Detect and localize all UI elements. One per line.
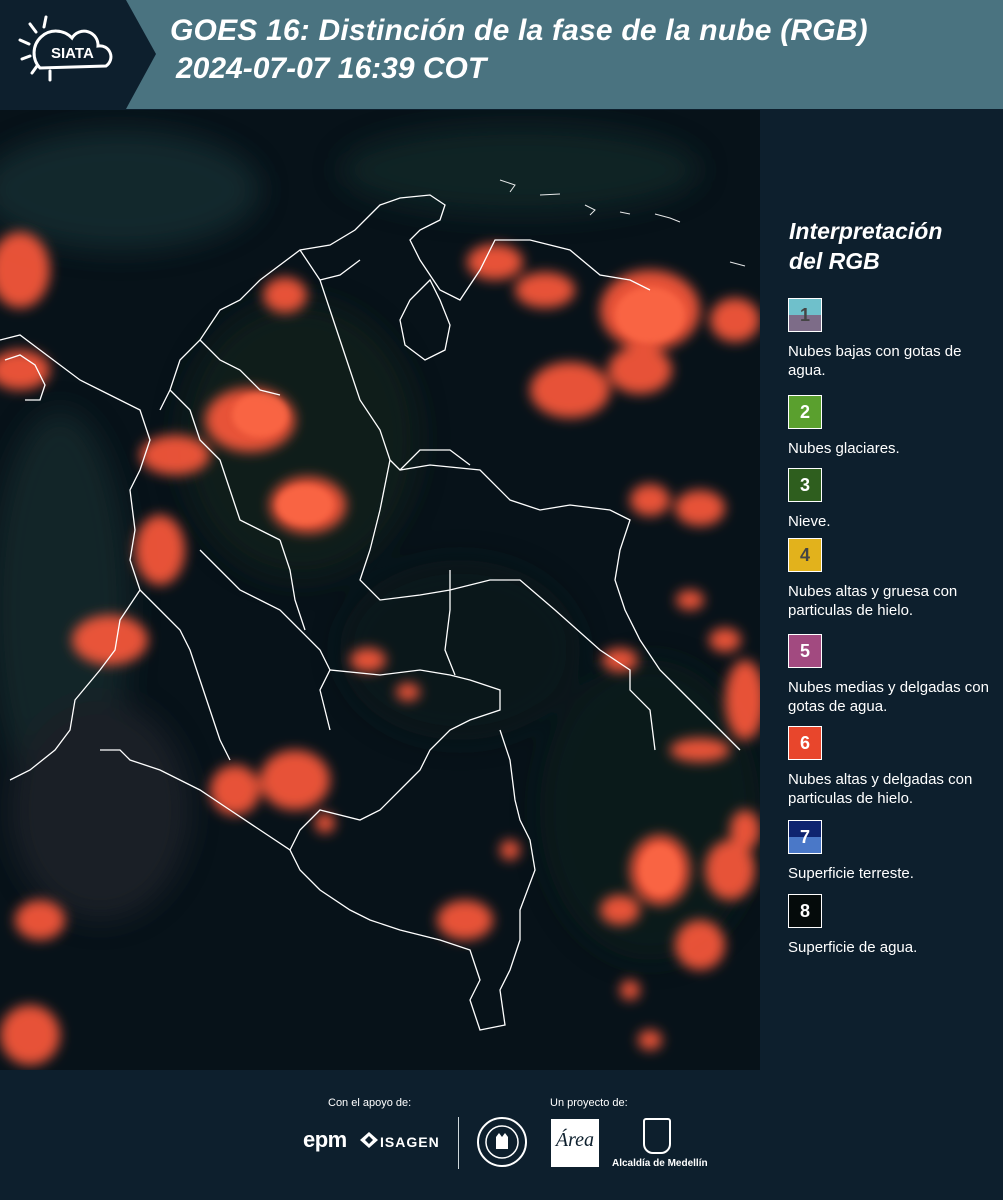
- legend-num: 1: [799, 304, 810, 325]
- legend-num: 6: [799, 732, 810, 753]
- legend-desc: Nubes altas y gruesa con particulas de h…: [788, 583, 958, 619]
- legend-swatch: 6: [788, 726, 822, 760]
- legend-title-line2: del RGB: [789, 248, 880, 274]
- legend-desc: Nubes medias y delgadas con gotas de agu…: [788, 679, 989, 715]
- siata-logo-text: SIATA: [51, 45, 94, 62]
- legend-panel: Interpretación del RGB 1 Nubes bajas con…: [760, 110, 1003, 1070]
- legend-swatch: 2: [788, 395, 822, 429]
- legend-swatch: 1: [788, 298, 822, 332]
- legend-desc: Nubes bajas con gotas de agua.: [788, 343, 962, 379]
- legend-swatch: 8: [788, 894, 822, 928]
- legend-title: Interpretación del RGB: [789, 216, 999, 276]
- legend-desc: Superficie terreste.: [788, 865, 914, 882]
- legend-num: 5: [799, 640, 810, 661]
- legend-item: 2 Nubes glaciares.: [788, 395, 1000, 458]
- support-label: Con el apoyo de:: [328, 1097, 412, 1109]
- legend-num: 3: [799, 474, 810, 495]
- legend-item: 1 Nubes bajas con gotas de agua.: [788, 298, 1000, 380]
- legend-desc: Superficie de agua.: [788, 939, 918, 956]
- legend-title-line1: Interpretación: [789, 218, 943, 244]
- isagen-logo: ISAGEN: [380, 1134, 440, 1150]
- alcaldia-shield-icon: [643, 1118, 671, 1154]
- satellite-image: [0, 110, 760, 1070]
- legend-item: 5 Nubes medias y delgadas con gotas de a…: [788, 634, 1000, 716]
- legend-swatch: 5: [788, 634, 822, 668]
- legend-swatch: 4: [788, 538, 822, 572]
- header: SIATA GOES 16: Distinción de la fase de …: [0, 0, 1003, 109]
- legend-item: 6 Nubes altas y delgadas con particulas …: [788, 726, 1000, 808]
- legend-item: 8 Superficie de agua.: [788, 894, 1000, 957]
- area-metropolitana-logo: Área: [551, 1119, 599, 1167]
- satellite-map[interactable]: [0, 110, 760, 1070]
- legend-swatch: 7: [788, 820, 822, 854]
- epm-logo: epm: [303, 1127, 347, 1152]
- legend-desc: Nieve.: [788, 513, 831, 530]
- legend-desc: Nubes glaciares.: [788, 440, 900, 457]
- isagen-icon: [360, 1132, 378, 1148]
- legend-num: 8: [799, 900, 810, 921]
- footer-divider: [458, 1117, 459, 1169]
- alcaldia-label: Alcaldía de Medellín: [612, 1158, 708, 1169]
- legend-num: 7: [799, 826, 810, 847]
- legend-num: 4: [799, 544, 810, 565]
- footer: Con el apoyo de: Un proyecto de: epm ISA…: [0, 1070, 1003, 1200]
- legend-item: 7 Superficie terreste.: [788, 820, 1000, 883]
- seal-icon: [477, 1117, 527, 1167]
- page-title: GOES 16: Distinción de la fase de la nub…: [170, 14, 868, 47]
- legend-num: 2: [799, 401, 810, 422]
- project-label: Un proyecto de:: [550, 1097, 628, 1109]
- legend-item: 3 Nieve.: [788, 468, 1000, 531]
- legend-swatch: 3: [788, 468, 822, 502]
- page-timestamp: 2024-07-07 16:39 COT: [176, 52, 487, 85]
- legend-desc: Nubes altas y delgadas con particulas de…: [788, 771, 973, 807]
- area-logo-text: Área: [555, 1129, 595, 1151]
- legend-item: 4 Nubes altas y gruesa con particulas de…: [788, 538, 1000, 620]
